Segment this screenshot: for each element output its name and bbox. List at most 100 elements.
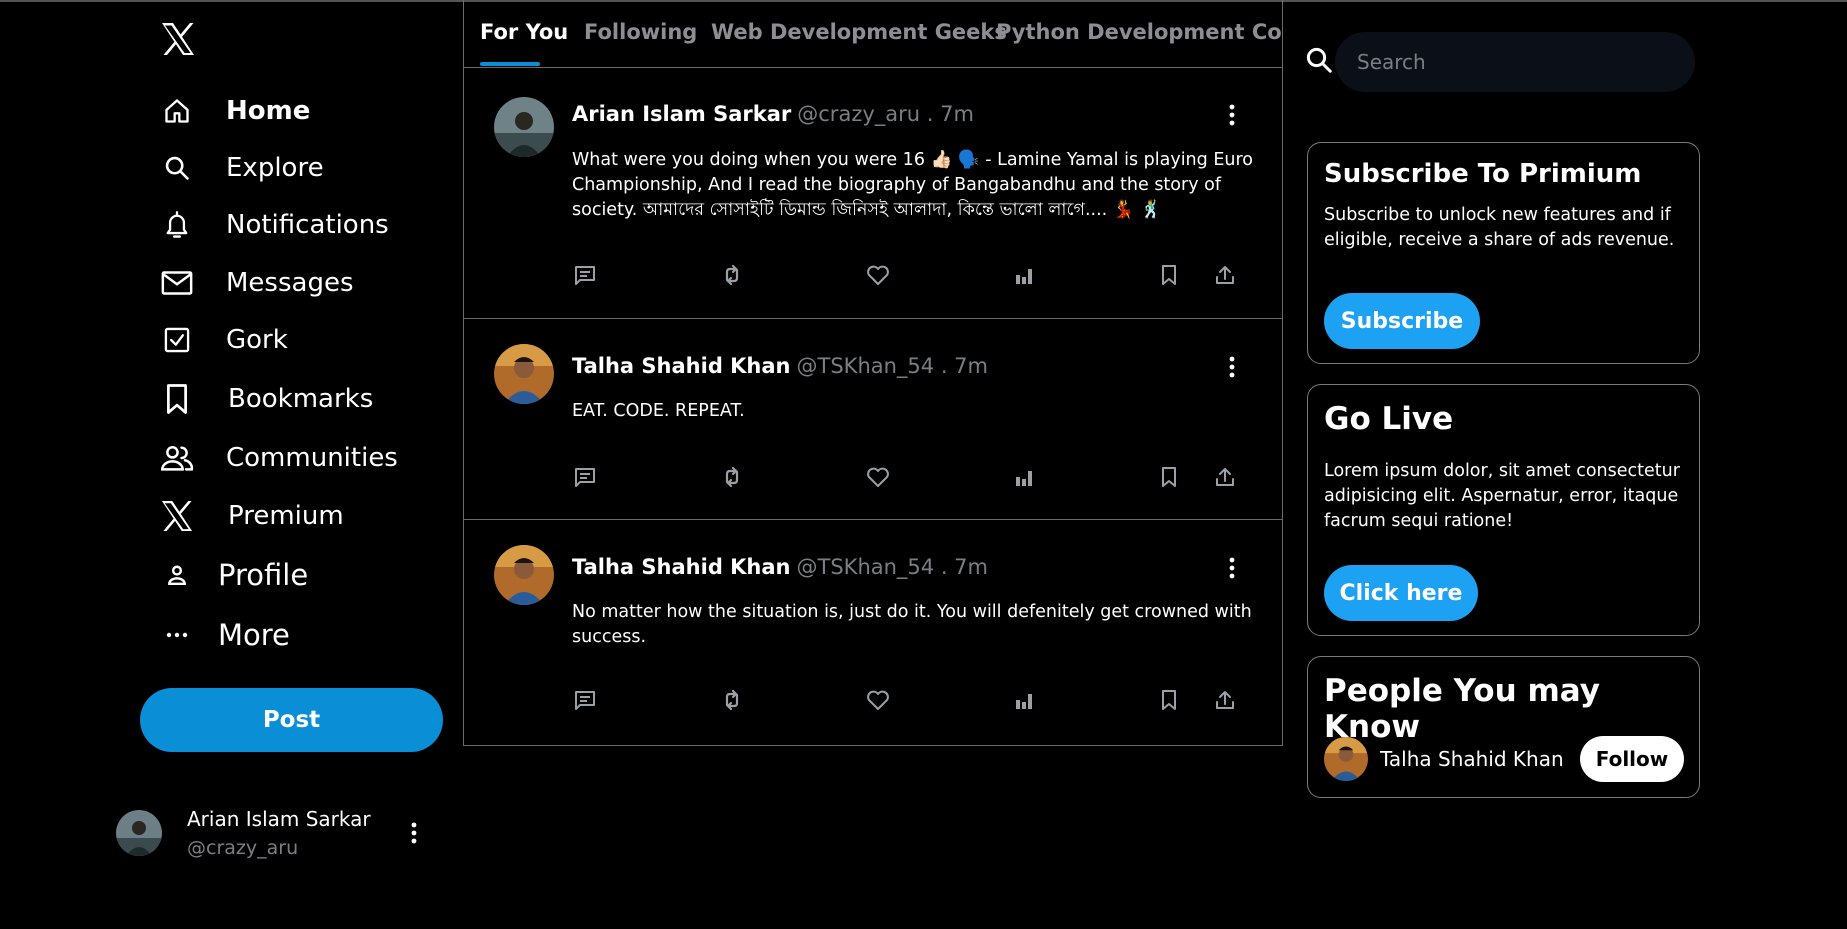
nav-label: More xyxy=(218,618,290,652)
checkbox-icon xyxy=(160,323,194,357)
click-here-button[interactable]: Click here xyxy=(1324,565,1478,621)
subscribe-button[interactable]: Subscribe xyxy=(1324,293,1480,349)
tweet-handle-time: @TSKhan_54 . 7m xyxy=(796,555,988,579)
avatar[interactable] xyxy=(494,545,554,605)
avatar xyxy=(1324,737,1368,781)
analytics-icon[interactable] xyxy=(1009,260,1039,290)
x-logo-icon[interactable] xyxy=(160,22,200,62)
nav-item-premium[interactable]: Premium xyxy=(160,494,344,538)
timeline-tabs: For You Following Web Development Geeks … xyxy=(464,0,1282,68)
more-vertical-icon[interactable] xyxy=(1222,553,1242,583)
account-name: Arian Islam Sarkar xyxy=(187,807,371,831)
tweet-header: Arian Islam Sarkar @crazy_aru . 7m xyxy=(572,102,974,126)
like-icon[interactable] xyxy=(863,260,893,290)
nav-label: Gork xyxy=(226,325,288,355)
tweet-text: No matter how the situation is, just do … xyxy=(572,602,1252,647)
search-icon[interactable] xyxy=(1304,45,1334,75)
avatar[interactable] xyxy=(494,344,554,404)
suggested-person[interactable]: Talha Shahid Khan Follow xyxy=(1324,736,1684,782)
follow-button[interactable]: Follow xyxy=(1580,736,1684,782)
search-icon xyxy=(160,151,194,185)
nav-label: Profile xyxy=(218,558,309,592)
bookmark-icon[interactable] xyxy=(1154,685,1184,715)
x-logo-icon xyxy=(160,499,194,533)
reply-icon[interactable] xyxy=(570,685,600,715)
tweet[interactable]: Arian Islam Sarkar @crazy_aru . 7m What w… xyxy=(464,68,1282,319)
suggested-person-name: Talha Shahid Khan xyxy=(1380,747,1564,771)
home-icon xyxy=(160,94,194,128)
more-vertical-icon[interactable] xyxy=(1222,100,1242,130)
bell-icon xyxy=(160,208,194,242)
account-switcher[interactable]: Arian Islam Sarkar @crazy_aru xyxy=(116,800,426,866)
tweet-text: What were you doing when you were 16 👍🏻 … xyxy=(572,150,1253,220)
tweet[interactable]: Talha Shahid Khan @TSKhan_54 . 7m EAT. CO… xyxy=(464,319,1282,520)
bookmark-icon[interactable] xyxy=(1154,462,1184,492)
premium-title: Subscribe To Primium xyxy=(1324,159,1642,189)
go-live-card: Go Live Lorem ipsum dolor, sit amet cons… xyxy=(1307,384,1700,636)
tab-for-you[interactable]: For You xyxy=(480,20,568,44)
like-icon[interactable] xyxy=(863,462,893,492)
tweet-text: EAT. CODE. REPEAT. xyxy=(572,401,745,421)
tweet-header: Talha Shahid Khan @TSKhan_54 . 7m xyxy=(572,354,988,378)
nav-item-explore[interactable]: Explore xyxy=(160,146,324,190)
people-icon xyxy=(160,441,194,475)
person-icon xyxy=(160,558,194,592)
nav-item-bookmarks[interactable]: Bookmarks xyxy=(160,377,373,421)
people-card: People You may Know Talha Shahid Khan Fo… xyxy=(1307,656,1700,798)
account-handle: @crazy_aru xyxy=(187,837,299,859)
tab-active-indicator xyxy=(480,62,540,66)
retweet-icon[interactable] xyxy=(717,260,747,290)
nav-item-home[interactable]: Home xyxy=(160,89,310,133)
nav-label: Explore xyxy=(226,153,324,183)
retweet-icon[interactable] xyxy=(717,685,747,715)
share-icon[interactable] xyxy=(1210,260,1240,290)
analytics-icon[interactable] xyxy=(1009,462,1039,492)
share-icon[interactable] xyxy=(1210,462,1240,492)
nav-item-gork[interactable]: Gork xyxy=(160,318,288,362)
go-live-text: Lorem ipsum dolor, sit amet consectetur … xyxy=(1324,461,1680,531)
more-vertical-icon[interactable] xyxy=(1222,352,1242,382)
nav-label: Premium xyxy=(228,501,344,531)
tweet-author-name[interactable]: Talha Shahid Khan xyxy=(572,555,791,579)
nav-label: Notifications xyxy=(226,210,389,240)
nav-item-profile[interactable]: Profile xyxy=(160,553,308,597)
avatar xyxy=(116,810,162,856)
tweet-actions xyxy=(572,685,1252,715)
bookmark-icon xyxy=(160,382,194,416)
tweet-actions xyxy=(572,462,1252,492)
tweet-author-name[interactable]: Arian Islam Sarkar xyxy=(572,102,791,126)
nav-label: Communities xyxy=(226,443,398,473)
tab-web-development-geeks[interactable]: Web Development Geeks xyxy=(711,20,1007,44)
sidebar: Home Explore Notifications Messages Gork… xyxy=(0,0,463,929)
tweet-handle-time: @TSKhan_54 . 7m xyxy=(796,354,988,378)
more-vertical-icon[interactable] xyxy=(402,820,426,846)
timeline: For You Following Web Development Geeks … xyxy=(463,0,1283,746)
search-input[interactable] xyxy=(1335,32,1695,92)
tab-python-development[interactable]: Python Development Comm xyxy=(996,20,1282,44)
nav-label: Messages xyxy=(226,268,354,298)
post-button[interactable]: Post xyxy=(140,688,443,752)
more-horizontal-icon xyxy=(160,618,194,652)
analytics-icon[interactable] xyxy=(1009,685,1039,715)
reply-icon[interactable] xyxy=(570,260,600,290)
nav-label: Bookmarks xyxy=(228,384,374,414)
tweet-actions xyxy=(572,260,1252,290)
bookmark-icon[interactable] xyxy=(1154,260,1184,290)
nav-item-messages[interactable]: Messages xyxy=(160,261,354,305)
nav-item-more[interactable]: More xyxy=(160,613,290,657)
share-icon[interactable] xyxy=(1210,685,1240,715)
nav-item-notifications[interactable]: Notifications xyxy=(160,203,389,247)
nav-item-communities[interactable]: Communities xyxy=(160,436,398,480)
avatar[interactable] xyxy=(494,97,554,157)
tweet-header: Talha Shahid Khan @TSKhan_54 . 7m xyxy=(572,555,988,579)
like-icon[interactable] xyxy=(863,685,893,715)
tweet-author-name[interactable]: Talha Shahid Khan xyxy=(572,354,791,378)
tab-following[interactable]: Following xyxy=(584,20,697,44)
people-title: People You may Know xyxy=(1324,673,1600,745)
premium-text: Subscribe to unlock new features and if … xyxy=(1324,205,1675,250)
retweet-icon[interactable] xyxy=(717,462,747,492)
tweet[interactable]: Talha Shahid Khan @TSKhan_54 . 7m No matt… xyxy=(464,520,1282,744)
go-live-title: Go Live xyxy=(1324,401,1454,437)
mail-icon xyxy=(160,266,194,300)
reply-icon[interactable] xyxy=(570,462,600,492)
